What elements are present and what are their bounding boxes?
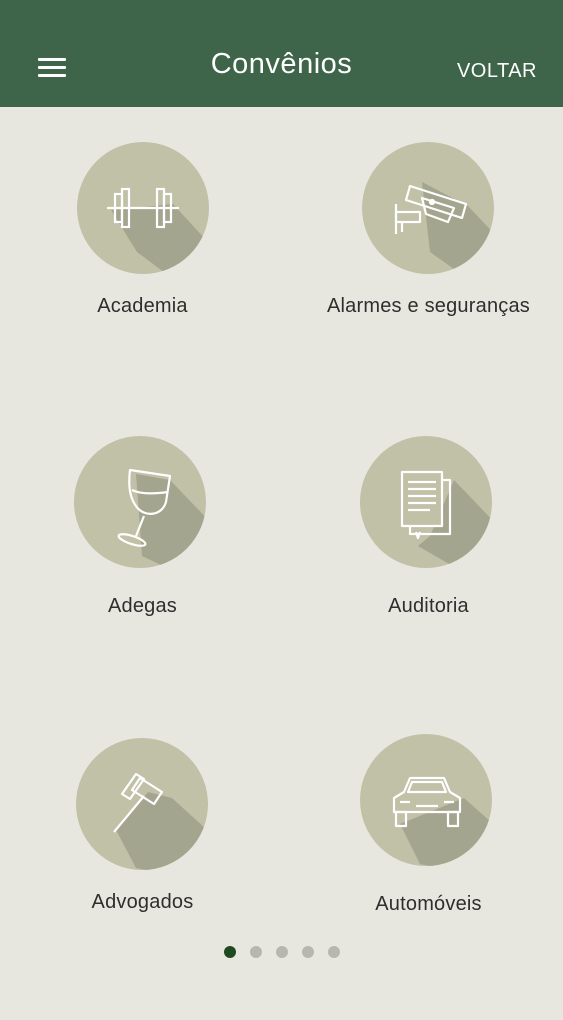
category-icon-circle <box>362 142 494 274</box>
category-auditoria[interactable]: Auditoria <box>288 432 563 722</box>
category-label: Automóveis <box>375 893 482 915</box>
category-label: Advogados <box>91 891 194 913</box>
category-label: Academia <box>97 295 188 317</box>
top-app-bar: Convênios VOLTAR <box>0 0 563 107</box>
category-icon-circle <box>74 436 206 568</box>
category-automoveis[interactable]: Automóveis <box>288 730 563 1020</box>
page-indicator <box>0 945 563 959</box>
category-label: Auditoria <box>388 595 469 617</box>
category-icon-circle <box>76 738 208 870</box>
gavel-icon <box>113 772 164 833</box>
category-icon-circle <box>77 142 209 274</box>
category-academia[interactable]: Academia <box>2 135 283 425</box>
page-dot-2[interactable] <box>249 946 262 958</box>
page-dot-4[interactable] <box>301 946 314 958</box>
category-label: Alarmes e seguranças <box>327 295 530 317</box>
page-dot-5[interactable] <box>327 946 340 958</box>
security-camera-icon <box>394 184 468 234</box>
category-alarmes[interactable]: Alarmes e seguranças <box>288 135 563 425</box>
category-adegas[interactable]: Adegas <box>2 432 283 722</box>
car-icon <box>392 776 462 828</box>
page-dot-1[interactable] <box>223 946 236 958</box>
back-button[interactable]: VOLTAR <box>457 60 537 83</box>
category-advogados[interactable]: Advogados <box>2 730 283 1020</box>
category-icon-circle <box>360 436 492 568</box>
documents-icon <box>400 470 452 540</box>
page-dot-3[interactable] <box>275 946 288 958</box>
category-label: Adegas <box>107 595 178 617</box>
wine-glass-icon <box>117 468 172 547</box>
dumbbell-icon <box>107 187 179 229</box>
category-icon-circle <box>360 734 492 866</box>
